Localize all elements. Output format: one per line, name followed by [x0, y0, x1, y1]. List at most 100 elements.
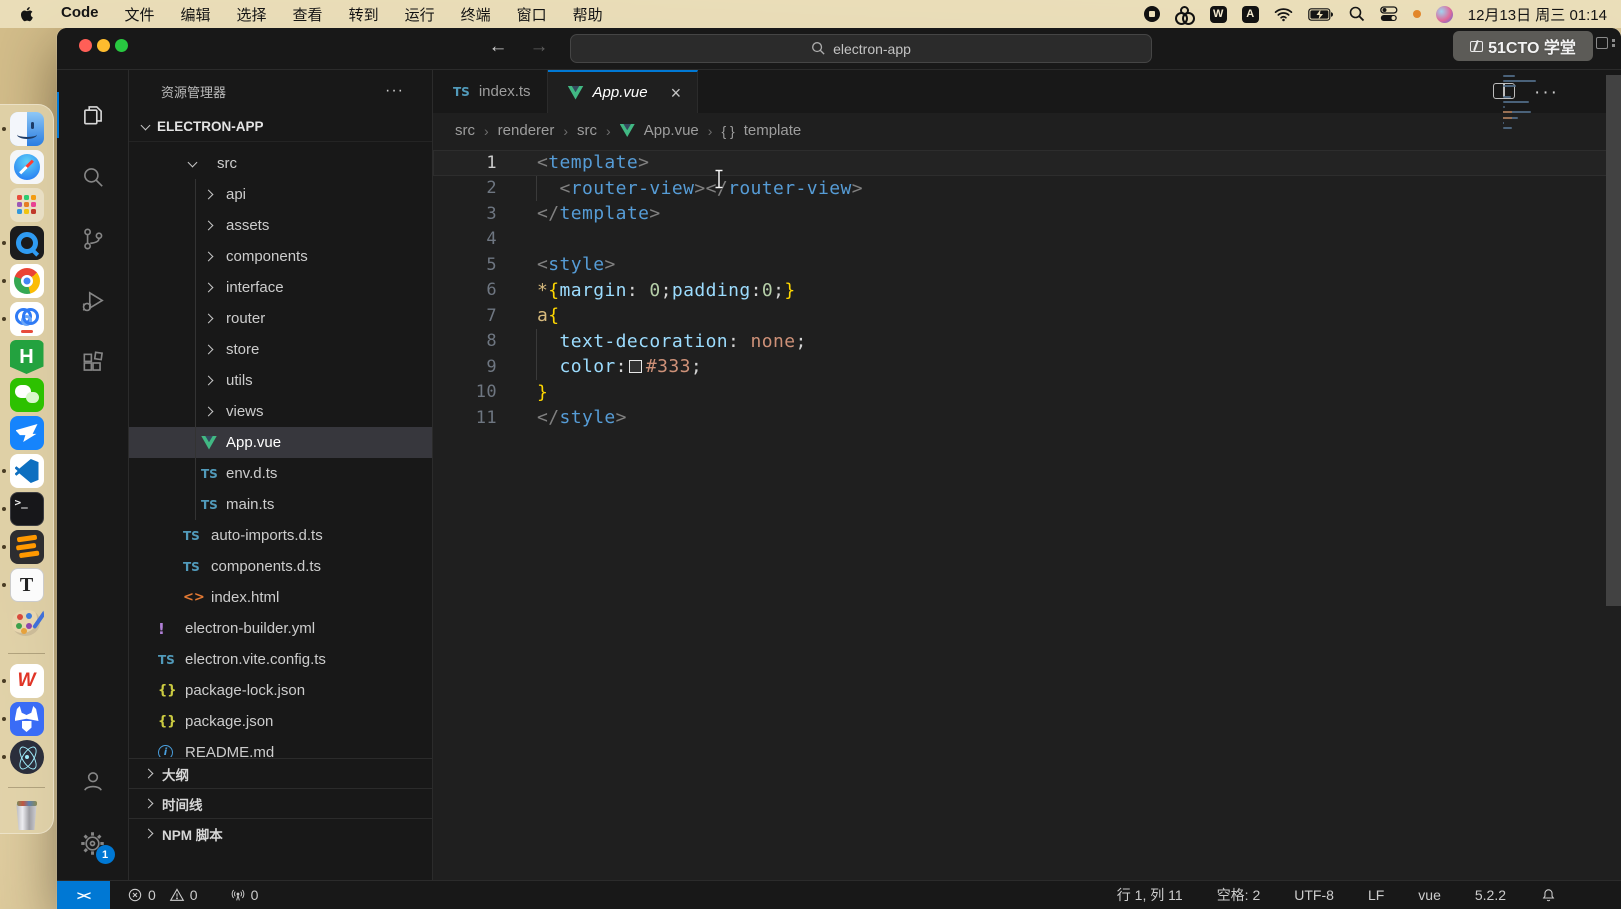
- problems-indicator[interactable]: 0 0: [123, 887, 202, 903]
- tree-item-env.d.ts[interactable]: TSenv.d.ts: [129, 458, 432, 489]
- section-时间线[interactable]: 时间线: [129, 788, 432, 818]
- nav-forward-icon[interactable]: →: [526, 36, 552, 58]
- dock-app-sublime-text[interactable]: [0, 528, 53, 566]
- siri-icon[interactable]: [1436, 6, 1453, 23]
- tree-item-utils[interactable]: utils: [129, 365, 432, 396]
- run-debug-icon[interactable]: [57, 270, 129, 332]
- dock-app-meeting-circles[interactable]: [0, 300, 53, 338]
- extensions-icon[interactable]: [57, 332, 129, 394]
- dock-app-paint-palette[interactable]: [0, 604, 53, 642]
- dock-app-finder[interactable]: [0, 110, 53, 148]
- menu-item-5[interactable]: 转到: [336, 4, 392, 25]
- battery-icon[interactable]: [1308, 8, 1334, 21]
- eol-sequence[interactable]: LF: [1364, 887, 1388, 903]
- tree-item-api[interactable]: api: [129, 179, 432, 210]
- dock-app-textedit[interactable]: T: [0, 566, 53, 604]
- code-line-3[interactable]: 3</template>: [433, 201, 1621, 227]
- workspace-root-row[interactable]: ELECTRON-APP: [129, 112, 432, 142]
- nav-back-icon[interactable]: ←: [485, 36, 511, 58]
- tab-App.vue[interactable]: App.vue×: [548, 70, 699, 113]
- dock-app-vscode[interactable]: [0, 452, 53, 490]
- menu-item-2[interactable]: 编辑: [168, 4, 224, 25]
- cursor-position[interactable]: 行 1, 列 11: [1113, 885, 1187, 905]
- wps-icon[interactable]: W: [1210, 6, 1227, 23]
- dock-app-quicktime[interactable]: [0, 224, 53, 262]
- dock-app-deer-vpn[interactable]: [0, 700, 53, 738]
- menu-item-0[interactable]: Code: [48, 4, 112, 25]
- language-mode[interactable]: vue: [1414, 887, 1445, 903]
- dock-app-hbuilderx[interactable]: H: [0, 338, 53, 376]
- tree-item-index.html[interactable]: <>index.html: [129, 582, 432, 613]
- code-line-11[interactable]: 11</style>: [433, 405, 1621, 431]
- tree-item-electron.vite.config.ts[interactable]: TSelectron.vite.config.ts: [129, 644, 432, 675]
- breadcrumb-item-src[interactable]: src: [577, 122, 597, 139]
- customize-layout-icon[interactable]: [1596, 37, 1608, 49]
- dock-app-launchpad[interactable]: [0, 186, 53, 224]
- dock-app-dingtalk[interactable]: [0, 414, 53, 452]
- breadcrumb-item-src[interactable]: src: [455, 122, 475, 139]
- menu-item-7[interactable]: 终端: [448, 4, 504, 25]
- menu-item-1[interactable]: 文件: [112, 4, 168, 25]
- dock-app-trash[interactable]: [0, 796, 53, 834]
- editor-scrollbar[interactable]: [1606, 75, 1621, 606]
- tree-item-main.ts[interactable]: TSmain.ts: [129, 489, 432, 520]
- link-circles-icon[interactable]: [1175, 6, 1195, 22]
- code-line-9[interactable]: 9 color:#333;: [433, 354, 1621, 380]
- menu-item-6[interactable]: 运行: [392, 4, 448, 25]
- code-line-4[interactable]: 4: [433, 227, 1621, 253]
- code-line-8[interactable]: 8 text-decoration: none;: [433, 329, 1621, 355]
- code-line-7[interactable]: 7a{: [433, 303, 1621, 329]
- dock-app-wps-office[interactable]: W: [0, 662, 53, 700]
- explorer-more-icon[interactable]: ···: [385, 82, 404, 100]
- minimap[interactable]: [1503, 75, 1583, 132]
- ports-indicator[interactable]: 0: [226, 887, 263, 903]
- extension-version[interactable]: 5.2.2: [1471, 887, 1510, 903]
- tree-item-components[interactable]: components: [129, 241, 432, 272]
- breadcrumb-item-template[interactable]: template: [744, 122, 802, 139]
- dock-app-wechat[interactable]: [0, 376, 53, 414]
- dock-app-electron[interactable]: [0, 738, 53, 776]
- code-line-2[interactable]: 2 <router-view></router-view>: [433, 176, 1621, 202]
- encoding[interactable]: UTF-8: [1290, 887, 1338, 903]
- control-center-icon[interactable]: [1380, 6, 1398, 22]
- close-tab-icon[interactable]: ×: [671, 84, 682, 102]
- menu-item-9[interactable]: 帮助: [560, 4, 616, 25]
- tree-item-package-lock.json[interactable]: {}package-lock.json: [129, 675, 432, 706]
- section-NPM 脚本[interactable]: NPM 脚本: [129, 818, 432, 848]
- remote-indicator[interactable]: ><: [57, 881, 110, 909]
- dock-app-chrome[interactable]: [0, 262, 53, 300]
- tree-item-router[interactable]: router: [129, 303, 432, 334]
- dock-app-terminal[interactable]: >_: [0, 490, 53, 528]
- tab-index.ts[interactable]: TSindex.ts: [433, 70, 548, 113]
- dock-app-safari[interactable]: [0, 148, 53, 186]
- spotlight-icon[interactable]: [1349, 6, 1365, 22]
- notifications-bell-icon[interactable]: [1536, 887, 1561, 904]
- menubar-clock[interactable]: 12月13日 周三 01:14: [1468, 4, 1607, 25]
- section-大纲[interactable]: 大纲: [129, 758, 432, 788]
- wifi-icon[interactable]: [1274, 7, 1293, 22]
- search-activity-icon[interactable]: [57, 146, 129, 208]
- tree-item-README.md[interactable]: iREADME.md: [129, 737, 432, 757]
- explorer-activity-icon[interactable]: [57, 84, 129, 146]
- tree-item-components.d.ts[interactable]: TScomponents.d.ts: [129, 551, 432, 582]
- tree-item-package.json[interactable]: {}package.json: [129, 706, 432, 737]
- account-icon[interactable]: [57, 750, 129, 812]
- indentation[interactable]: 空格: 2: [1213, 885, 1265, 905]
- breadcrumb-item-App.vue[interactable]: App.vue: [644, 122, 699, 139]
- menu-item-4[interactable]: 查看: [280, 4, 336, 25]
- code-line-6[interactable]: 6*{margin: 0;padding:0;}: [433, 278, 1621, 304]
- tree-item-src[interactable]: src: [129, 148, 432, 179]
- tree-item-App.vue[interactable]: App.vue: [129, 427, 432, 458]
- tree-item-assets[interactable]: assets: [129, 210, 432, 241]
- settings-gear-icon[interactable]: 1: [57, 812, 129, 874]
- code-line-5[interactable]: 5<style>: [433, 252, 1621, 278]
- menu-item-8[interactable]: 窗口: [504, 4, 560, 25]
- tree-item-interface[interactable]: interface: [129, 272, 432, 303]
- apple-menu-icon[interactable]: [18, 5, 36, 23]
- input-method-icon[interactable]: A: [1242, 6, 1259, 23]
- source-control-icon[interactable]: [57, 208, 129, 270]
- code-line-10[interactable]: 10}: [433, 380, 1621, 406]
- tree-item-electron-builder.yml[interactable]: !electron-builder.yml: [129, 613, 432, 644]
- screen-record-icon[interactable]: [1144, 6, 1160, 22]
- tree-item-views[interactable]: views: [129, 396, 432, 427]
